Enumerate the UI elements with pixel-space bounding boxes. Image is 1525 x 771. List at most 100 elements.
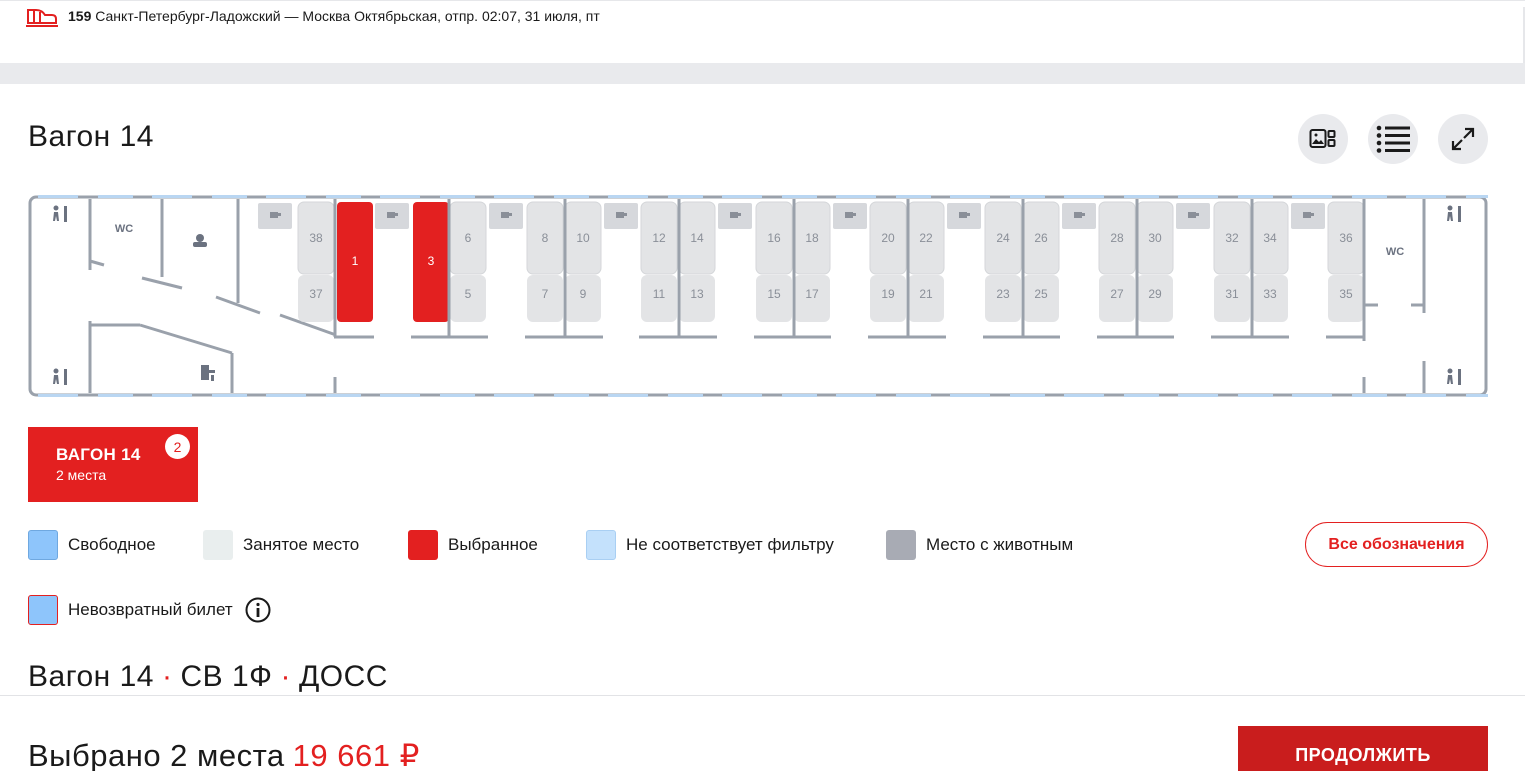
- seat-number: 18: [805, 231, 819, 245]
- cup-handle: [624, 213, 627, 216]
- cup-handle: [509, 213, 512, 216]
- seat-number: 11: [653, 287, 666, 301]
- cup-icon: [845, 212, 853, 218]
- section-divider: [0, 63, 1525, 84]
- legend-label: Выбранное: [448, 535, 538, 554]
- list-icon: [1376, 125, 1410, 153]
- seat-number: 26: [1034, 231, 1048, 245]
- seat-number: 36: [1339, 231, 1353, 245]
- selected-count-badge: 2: [165, 434, 190, 459]
- legend-not-matching: Не соответствует фильтру: [586, 530, 834, 560]
- seat-number: 21: [919, 287, 933, 301]
- seat-number: 33: [1263, 287, 1277, 301]
- info-icon[interactable]: [245, 597, 271, 623]
- legend-swatch-selected: [408, 530, 438, 560]
- seat-number: 38: [309, 231, 323, 245]
- all-legend-button[interactable]: Все обозначения: [1305, 522, 1488, 567]
- wc-left-label: WC: [115, 223, 133, 235]
- legend-swatch-not-matching: [586, 530, 616, 560]
- seat-number: 29: [1148, 287, 1162, 301]
- photo-gallery-button[interactable]: [1298, 114, 1348, 164]
- seat-number: 15: [767, 287, 781, 301]
- seat-number: 35: [1339, 287, 1353, 301]
- seat-number: 32: [1225, 231, 1239, 245]
- separator-dot: ·: [280, 660, 291, 693]
- train-number: 159: [68, 8, 92, 24]
- seat-number: 31: [1225, 287, 1239, 301]
- cup-icon: [270, 212, 278, 218]
- seat-number: 7: [542, 287, 549, 301]
- seat-number: 5: [465, 287, 472, 301]
- legend-label: Место с животным: [926, 535, 1074, 554]
- cup-icon: [1074, 212, 1082, 218]
- legend-swatch-animal: [886, 530, 916, 560]
- cup-icon: [501, 212, 509, 218]
- seat-number: 28: [1110, 231, 1124, 245]
- seat-number: 19: [881, 287, 895, 301]
- legend-with-animal: Место с животным: [886, 530, 1073, 560]
- separator-dot: ·: [161, 660, 173, 693]
- seat-number: 23: [996, 287, 1010, 301]
- wagon-class: СВ 1Ф: [180, 660, 273, 693]
- cup-icon: [959, 212, 967, 218]
- expand-icon: [1451, 127, 1475, 151]
- seat-number: 10: [576, 231, 590, 245]
- seat-number: 3: [428, 254, 435, 268]
- seat-number: 25: [1034, 287, 1048, 301]
- wagon-details-heading: Вагон 14 · СВ 1Ф · ДОСС: [28, 660, 388, 694]
- legend-swatch-free: [28, 530, 58, 560]
- continue-button[interactable]: ПРОДОЛЖИТЬ: [1238, 726, 1488, 771]
- cup-handle: [278, 213, 281, 216]
- legend-selected: Выбранное: [408, 530, 538, 560]
- train-info-bar: 159 Санкт-Петербург-Ладожский — Москва О…: [0, 0, 1525, 64]
- seat-number: 27: [1110, 287, 1124, 301]
- selected-count-text: Выбрано 2 места: [28, 738, 285, 771]
- total-price: 19 661 ₽: [292, 738, 420, 771]
- legend-label: Свободное: [68, 535, 156, 554]
- selected-summary: Выбрано 2 места 19 661 ₽: [28, 738, 420, 771]
- legend-swatch-occupied: [203, 530, 233, 560]
- cup-icon: [616, 212, 624, 218]
- seat-number: 14: [690, 231, 704, 245]
- legend-occupied: Занятое место: [203, 530, 359, 560]
- train-icon: [26, 9, 58, 27]
- cup-handle: [967, 213, 970, 216]
- seat-number: 13: [690, 287, 704, 301]
- car-scheme: WC 38371 36587109121114131615181720192221…: [28, 195, 1488, 397]
- expand-button[interactable]: [1438, 114, 1488, 164]
- legend-label: Занятое место: [243, 535, 360, 554]
- cup-handle: [395, 213, 398, 216]
- wagon-tab-subtitle: 2 места: [56, 467, 107, 483]
- legend-label: Не соответствует фильтру: [626, 535, 834, 554]
- photo-gallery-icon: [1309, 129, 1336, 148]
- seat-number: 16: [767, 231, 781, 245]
- seat-number: 20: [881, 231, 895, 245]
- cup-icon: [1188, 212, 1196, 218]
- wagon-number: Вагон 14: [28, 660, 154, 693]
- seat-number: 17: [805, 287, 819, 301]
- seat-number: 37: [309, 287, 323, 301]
- cup-handle: [1082, 213, 1085, 216]
- wagon-carrier: ДОСС: [298, 660, 388, 693]
- cup-icon: [730, 212, 738, 218]
- wagon-title: Вагон 14: [28, 120, 154, 153]
- legend-free: Свободное: [28, 530, 156, 560]
- seat-number: 24: [996, 231, 1010, 245]
- seat-number: 1: [352, 254, 359, 268]
- seat-number: 34: [1263, 231, 1277, 245]
- wc-right-label: WC: [1386, 246, 1404, 258]
- seat-number: 9: [580, 287, 587, 301]
- wagon-tab-title: ВАГОН 14: [56, 445, 141, 464]
- cup-icon: [387, 212, 395, 218]
- seat-number: 30: [1148, 231, 1162, 245]
- seat-number: 8: [542, 231, 549, 245]
- legend-label: Невозвратный билет: [68, 600, 233, 619]
- train-route-text: Санкт-Петербург-Ладожский — Москва Октяб…: [95, 8, 600, 24]
- seat-number: 22: [919, 231, 933, 245]
- seat-number: 6: [465, 231, 472, 245]
- cup-handle: [1196, 213, 1199, 216]
- legend-swatch-non-refundable: [28, 595, 58, 625]
- cup-icon: [1303, 212, 1311, 218]
- list-view-button[interactable]: [1368, 114, 1418, 164]
- seat-number: 12: [652, 231, 666, 245]
